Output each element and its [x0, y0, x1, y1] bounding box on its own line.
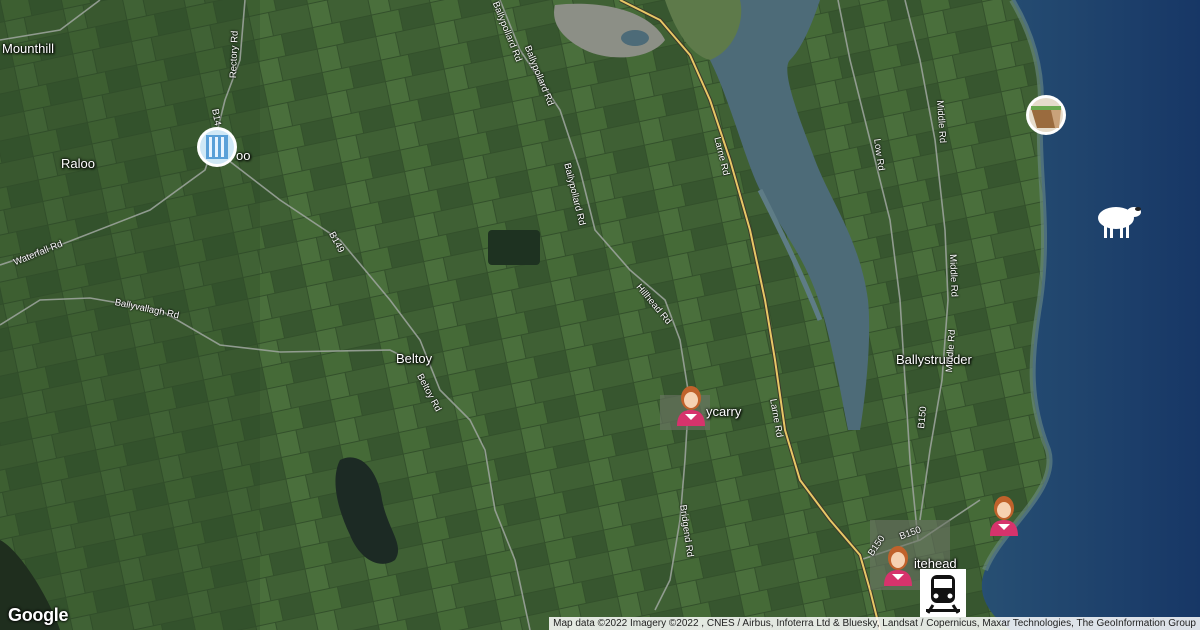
place-label-ballystrudder: Ballystrudder: [896, 352, 972, 367]
road-label-rectory-rd: Rectory Rd: [228, 30, 241, 79]
road-label-middle-rd-2: Middle Rd: [947, 254, 960, 298]
place-label-raloo: Raloo: [61, 156, 95, 171]
place-label-raloo-tail: oo: [236, 148, 251, 163]
google-logo[interactable]: Google: [8, 605, 69, 626]
train-icon[interactable]: [920, 569, 966, 617]
waterfall-icon[interactable]: [196, 126, 238, 168]
place-label-mounthill: Mounthill: [2, 41, 55, 56]
person-icon[interactable]: [673, 384, 709, 426]
sheep-icon[interactable]: [1094, 200, 1146, 242]
map-attribution[interactable]: Map data ©2022 Imagery ©2022 , CNES / Ai…: [549, 617, 1200, 630]
person-icon[interactable]: [986, 494, 1022, 536]
satellite-map[interactable]: Mounthill Raloo oo Beltoy ycarry Ballyst…: [0, 0, 1200, 630]
place-label-ballycarry: ycarry: [706, 404, 742, 419]
person-icon[interactable]: [880, 544, 916, 586]
place-label-beltoy: Beltoy: [396, 351, 433, 366]
cliff-icon[interactable]: [1025, 94, 1067, 136]
road-label-b150-1: B150: [916, 405, 930, 430]
